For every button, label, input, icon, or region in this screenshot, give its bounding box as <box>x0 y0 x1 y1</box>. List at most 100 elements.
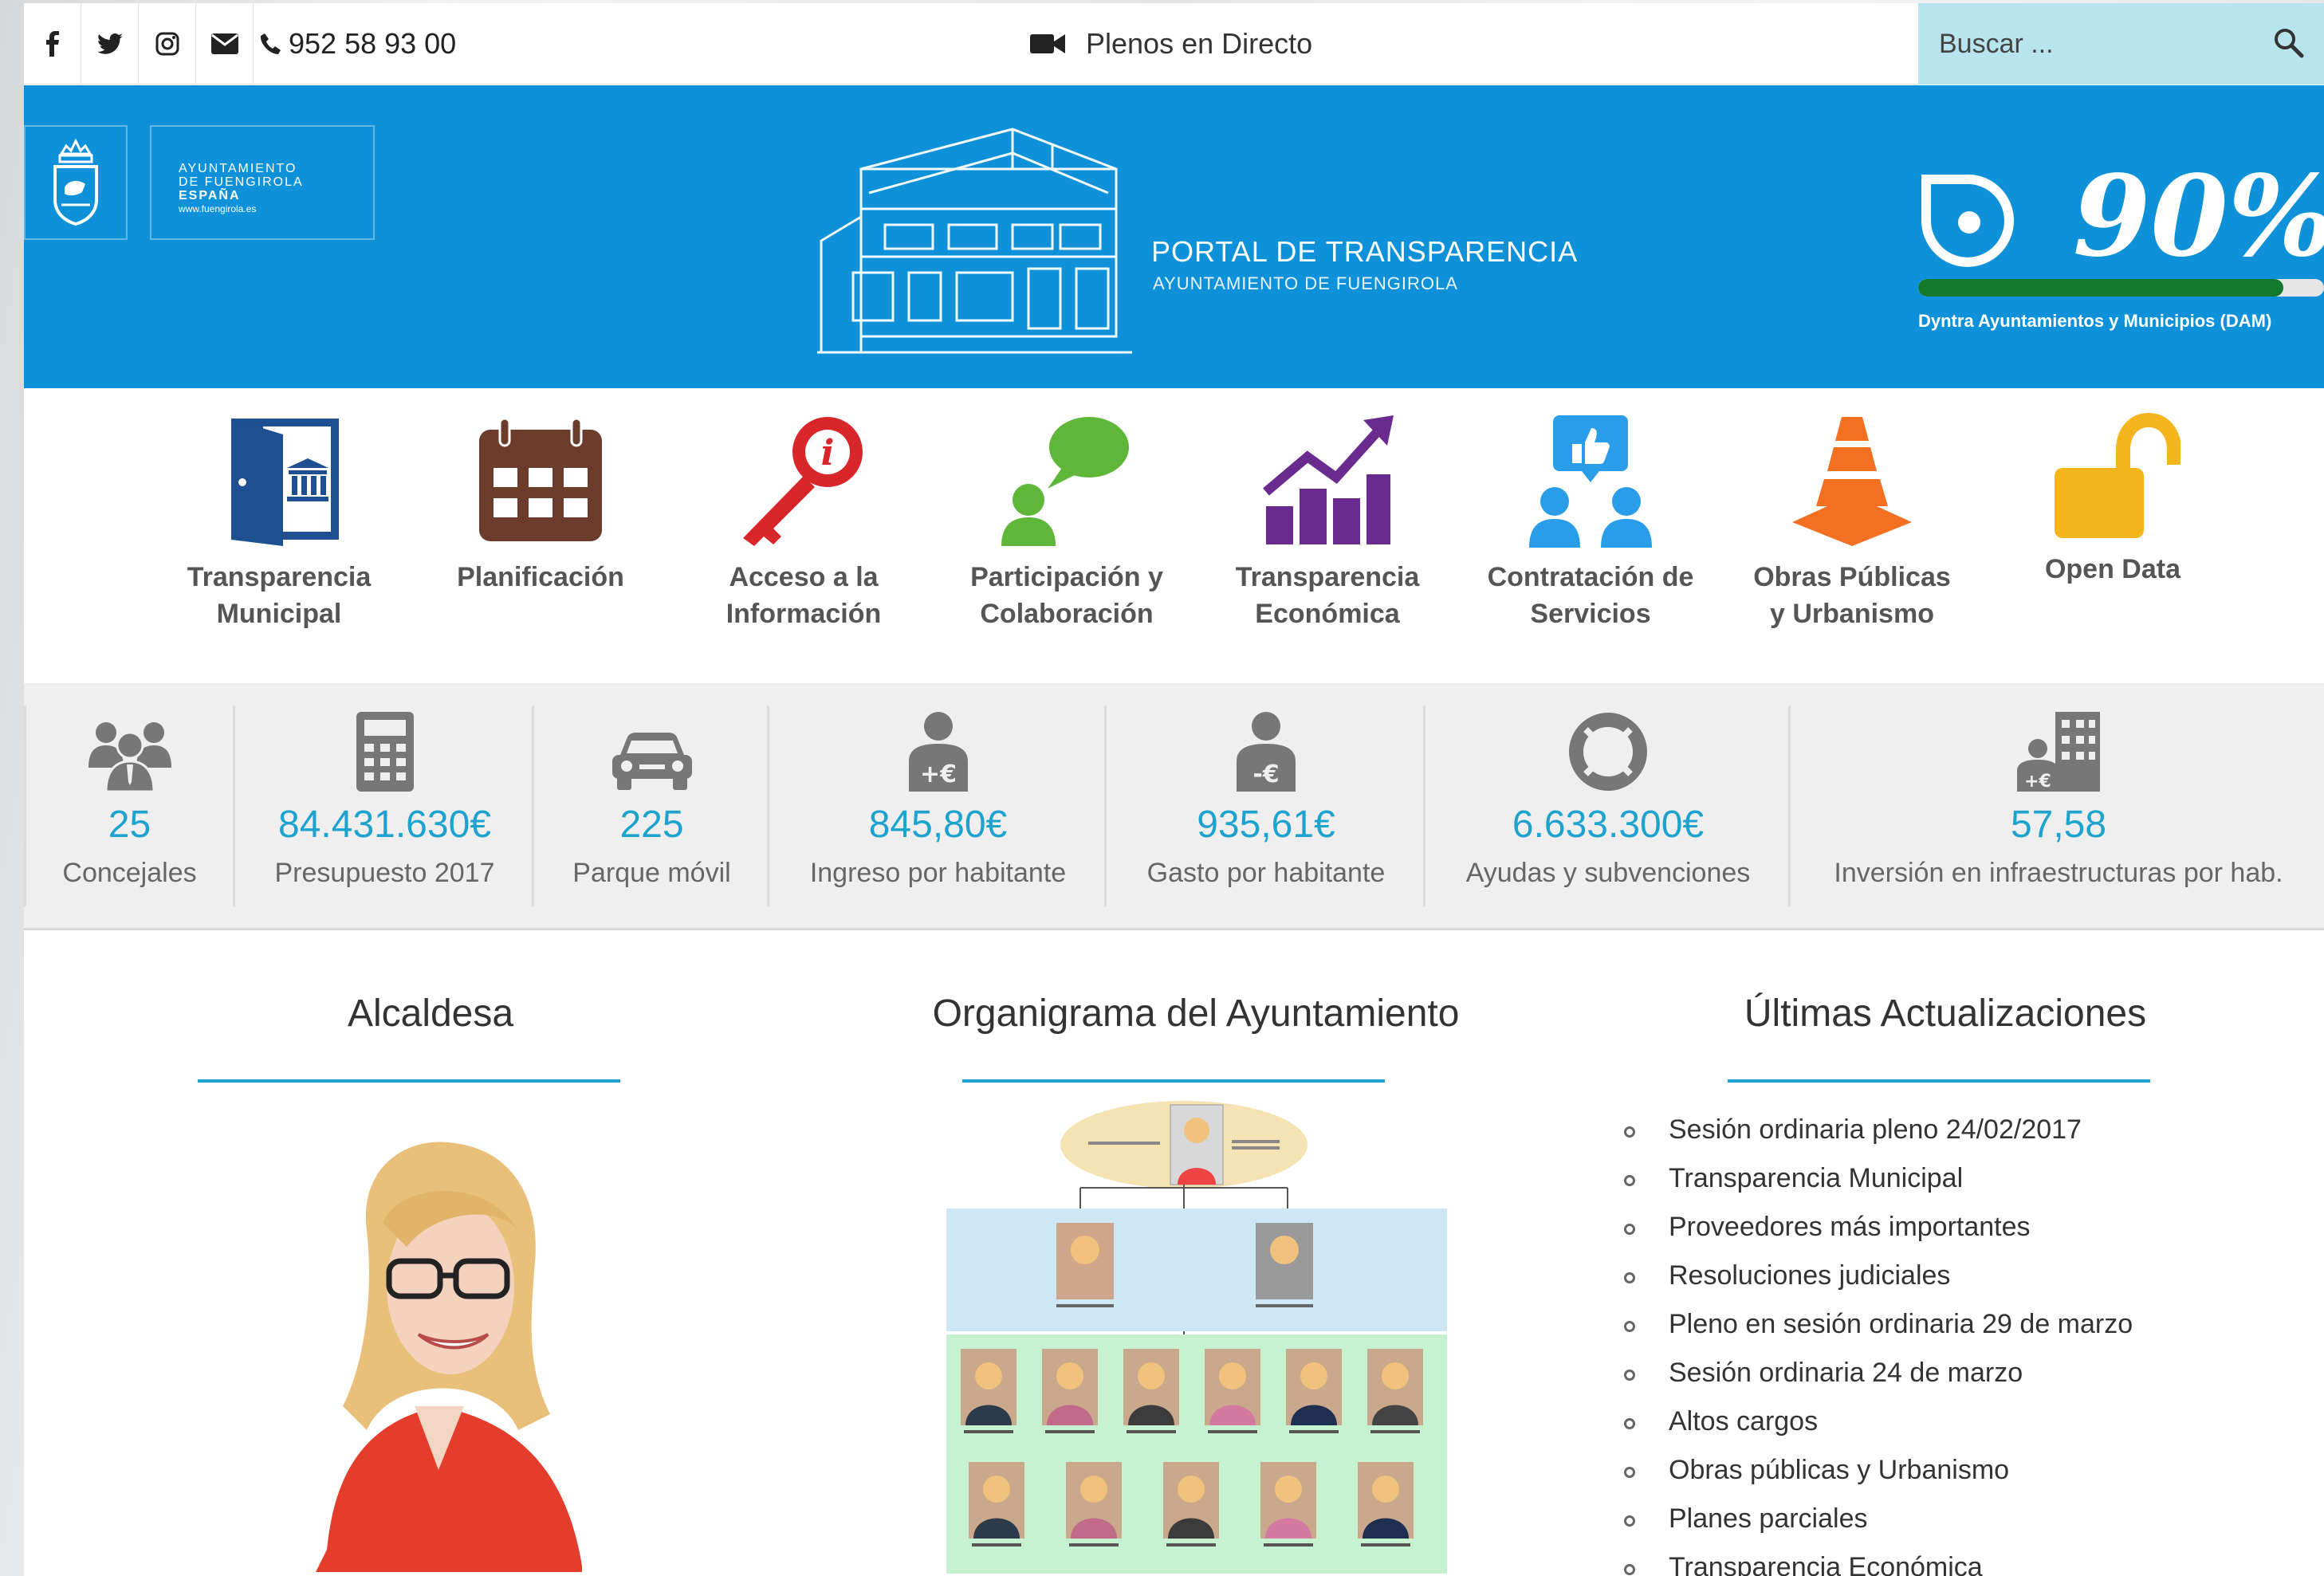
stat-caption: Ayudas y subvenciones <box>1465 858 1751 888</box>
update-item[interactable]: Transparencia Municipal <box>1622 1160 2133 1209</box>
phone-number[interactable]: 952 58 93 00 <box>260 3 456 84</box>
category-label: Obras Públicas <box>1753 562 1951 592</box>
stat-caption: Gasto por habitante <box>1146 858 1386 888</box>
person-minus-euro-icon: -€ <box>1237 712 1296 792</box>
update-item[interactable]: Pleno en sesión ordinaria 29 de marzo <box>1622 1306 2133 1354</box>
stat-concejales[interactable]: 25 Concejales <box>24 705 235 906</box>
svg-text:i: i <box>821 433 835 474</box>
category-transparencia-municipal[interactable]: Transparencia Municipal <box>159 412 399 632</box>
portrait-head <box>1080 1476 1107 1503</box>
category-acceso-informacion[interactable]: i Acceso a la Información <box>684 412 923 632</box>
instagram-icon[interactable] <box>139 3 196 84</box>
mayor-title-underline <box>198 1079 620 1083</box>
category-menu: Transparencia Municipal Planificación i … <box>24 388 2324 683</box>
facebook-icon[interactable] <box>24 3 81 84</box>
chat-person-icon <box>1001 417 1129 546</box>
mayor-title: Alcaldesa <box>347 992 514 1035</box>
category-contratacion[interactable]: Contratación de Servicios <box>1471 412 1710 632</box>
stat-value: 84.431.630€ <box>278 804 491 846</box>
stat-ayudas[interactable]: 6.633.300€ Ayudas y subvenciones <box>1428 705 1791 906</box>
mayor-photo[interactable] <box>279 1135 614 1576</box>
update-item[interactable]: Proveedores más importantes <box>1622 1209 2133 1257</box>
portrait-head <box>1372 1476 1399 1503</box>
category-label: Open Data <box>2044 554 2181 584</box>
update-item[interactable]: Transparencia Económica <box>1622 1549 2133 1576</box>
update-item[interactable]: Sesión ordinaria 24 de marzo <box>1622 1354 2133 1403</box>
calendar-icon <box>479 417 602 541</box>
search-icon[interactable] <box>2273 27 2305 63</box>
stat-ingreso[interactable]: +€ 845,80€ Ingreso por habitante <box>772 705 1107 906</box>
group-icon <box>88 722 171 792</box>
category-label: Colaboración <box>980 599 1154 629</box>
top-bar: 952 58 93 00 Plenos en Directo <box>24 3 2324 84</box>
stat-value: 57,58 <box>2010 804 2107 846</box>
stat-presupuesto[interactable]: 84.431.630€ Presupuesto 2017 <box>238 705 534 906</box>
lifebuoy-icon <box>1569 713 1647 791</box>
unlock-icon <box>2055 412 2180 538</box>
category-label: y Urbanismo <box>1770 599 1934 629</box>
update-item[interactable]: Altos cargos <box>1622 1403 2133 1452</box>
key-icon: i <box>743 417 863 546</box>
update-item[interactable]: Resoluciones judiciales <box>1622 1257 2133 1306</box>
category-label: Transparencia <box>1235 562 1420 592</box>
stats-bar: 25 Concejales 84.431.630€ Presupuesto 20… <box>24 683 2324 930</box>
score-progress-fill <box>1918 279 2284 297</box>
portrait-head <box>1275 1476 1302 1503</box>
category-transparencia-economica[interactable]: Transparencia Económica <box>1208 412 1447 632</box>
live-plenary-link[interactable]: Plenos en Directo <box>1030 3 1312 84</box>
twitter-icon[interactable] <box>81 3 139 84</box>
update-item[interactable]: Sesión ordinaria pleno 24/02/2017 <box>1622 1111 2133 1160</box>
category-label: Acceso a la <box>729 562 879 592</box>
stat-value: 6.633.300€ <box>1512 804 1705 846</box>
stat-caption: Presupuesto 2017 <box>274 858 495 888</box>
category-label: Información <box>726 599 882 629</box>
portrait-head <box>1300 1362 1327 1389</box>
phone-icon <box>260 33 281 54</box>
svg-text:-€: -€ <box>1252 760 1279 788</box>
search-input[interactable] <box>1918 3 2253 84</box>
envelope-icon[interactable] <box>196 3 254 84</box>
page: 952 58 93 00 Plenos en Directo AYUNTAMIE… <box>24 3 2324 1576</box>
building-euro-icon: +€ <box>2017 712 2100 792</box>
score-label[interactable]: Dyntra Ayuntamientos y Municipios (DAM) <box>1918 311 2271 332</box>
search-box <box>1918 3 2324 84</box>
city-crest-logo[interactable] <box>24 125 128 240</box>
traffic-cone-icon <box>1792 417 1912 546</box>
score-progress-bar <box>1918 279 2324 297</box>
dyntra-logo-icon <box>1921 174 2014 267</box>
category-obras-publicas[interactable]: Obras Públicas y Urbanismo <box>1732 412 1972 632</box>
portrait-caption <box>1289 1430 1339 1433</box>
portal-title: PORTAL DE TRANSPARENCIA <box>1151 235 1579 268</box>
svg-text:+€: +€ <box>919 760 956 788</box>
portrait-head <box>1219 1362 1246 1389</box>
portrait-head <box>983 1476 1010 1503</box>
transparency-score: 90% <box>2073 151 2324 282</box>
portrait-caption <box>1208 1430 1257 1433</box>
portrait-head <box>1138 1362 1165 1389</box>
logo-line-3: ESPAÑA <box>179 189 241 202</box>
category-label: Transparencia <box>187 562 372 592</box>
updates-title: Últimas Actualizaciones <box>1744 992 2147 1035</box>
update-item[interactable]: Obras públicas y Urbanismo <box>1622 1452 2133 1500</box>
city-name-logo[interactable]: AYUNTAMIENTO DE FUENGIROLA ESPAÑA www.fu… <box>150 125 375 240</box>
portrait-caption <box>1264 1543 1313 1547</box>
person-plus-euro-icon: +€ <box>908 712 968 792</box>
org-chart-image[interactable] <box>921 1095 1447 1574</box>
category-label: Económica <box>1255 599 1400 629</box>
portrait-head <box>975 1362 1002 1389</box>
category-label: Servicios <box>1530 599 1651 629</box>
category-label: Planificación <box>457 562 624 592</box>
category-participacion[interactable]: Participación y Colaboración <box>947 412 1186 632</box>
category-planificacion[interactable]: Planificación <box>421 412 660 595</box>
stat-gasto[interactable]: -€ 935,61€ Gasto por habitante <box>1109 705 1425 906</box>
phone-text: 952 58 93 00 <box>289 27 457 60</box>
stat-inversion[interactable]: +€ 57,58 Inversión en infraestructuras p… <box>1793 705 2324 906</box>
svg-text:+€: +€ <box>2024 772 2051 792</box>
update-item[interactable]: Planes parciales <box>1622 1500 2133 1549</box>
stat-parque-movil[interactable]: 225 Parque móvil <box>537 705 769 906</box>
category-label: Contratación de <box>1487 562 1694 592</box>
category-open-data[interactable]: Open Data <box>1993 412 2232 588</box>
stat-value: 225 <box>619 804 684 846</box>
logo-line-1: AYUNTAMIENTO <box>179 162 297 175</box>
live-plenary-label: Plenos en Directo <box>1086 27 1313 60</box>
